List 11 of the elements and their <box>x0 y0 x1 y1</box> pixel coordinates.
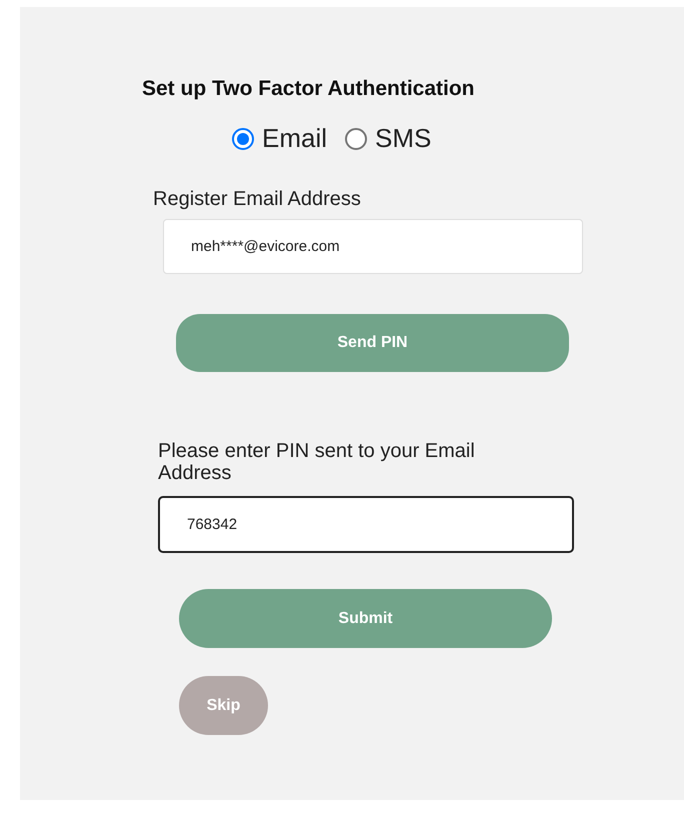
field-label: Please enter PIN sent to your Email Address <box>158 440 476 484</box>
radio-button[interactable] <box>345 128 368 150</box>
radio-label: SMS <box>375 123 432 154</box>
submit-button[interactable]: Submit <box>179 589 552 648</box>
radio-button[interactable] <box>232 128 254 150</box>
field-label: Register Email Address <box>153 188 362 210</box>
radio-label: Email <box>262 123 328 154</box>
send-pin-button[interactable]: Send PIN <box>176 314 569 372</box>
pin-field[interactable]: 768342 <box>158 496 574 553</box>
email-field[interactable]: meh****@evicore.com <box>163 219 583 274</box>
form-title: Set up Two Factor Authentication <box>142 76 474 102</box>
